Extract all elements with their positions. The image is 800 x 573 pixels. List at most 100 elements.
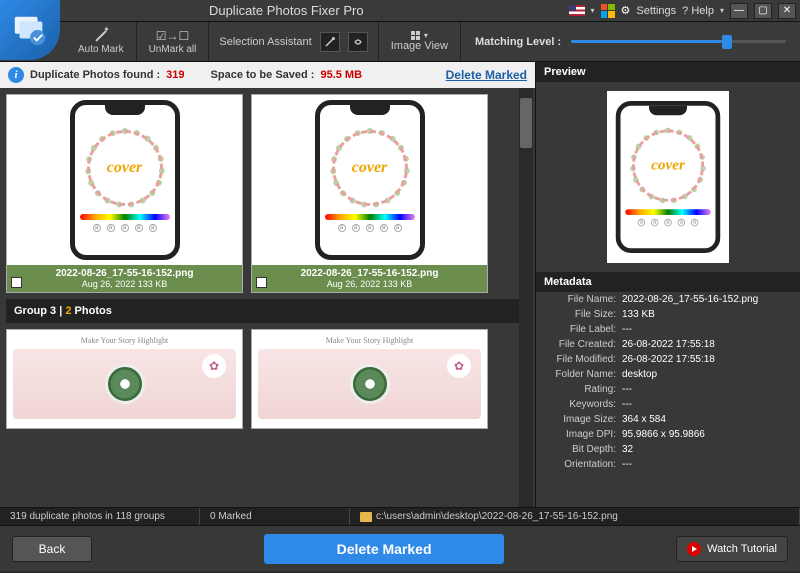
- settings-link[interactable]: Settings: [636, 5, 676, 17]
- status-file-path: c:\users\admin\desktop\2022-08-26_17-55-…: [350, 508, 800, 525]
- flag-us-icon[interactable]: [569, 5, 585, 16]
- meta-key: File Label:: [544, 324, 622, 335]
- back-button[interactable]: Back: [12, 536, 92, 562]
- preview-header: Preview: [536, 62, 800, 82]
- meta-key: File Name:: [544, 294, 622, 305]
- thumbnail-image: Make Your Story Highlight ✿: [7, 330, 242, 425]
- grid-icon: [411, 31, 420, 40]
- meta-key: Bit Depth:: [544, 444, 622, 455]
- wand-icon: [94, 29, 108, 43]
- app-title: Duplicate Photos Fixer Pro: [209, 3, 364, 18]
- meta-value: 32: [622, 444, 792, 455]
- meta-value: ---: [622, 459, 792, 470]
- meta-value: 26-08-2022 17:55:18: [622, 354, 792, 365]
- help-link[interactable]: ? Help: [682, 5, 714, 17]
- meta-value: 2022-08-26_17-55-16-152.png: [622, 294, 792, 305]
- thumbnail-checkbox[interactable]: [256, 277, 267, 288]
- preview-area: coveraaaaa: [536, 82, 800, 272]
- unmark-all-button[interactable]: ☑→☐ UnMark all: [137, 22, 210, 61]
- scrollbar[interactable]: [519, 88, 533, 507]
- cover-text: cover: [352, 159, 388, 177]
- folder-icon: [360, 512, 372, 522]
- tutorial-label: Watch Tutorial: [707, 543, 777, 555]
- group-label: Group 3 |: [14, 305, 65, 317]
- group-header: Group 3 | 2 Photos: [6, 299, 529, 323]
- titlebar: Duplicate Photos Fixer Pro ▾ ⚙ Settings …: [0, 0, 800, 22]
- space-label: Space to be Saved :: [211, 69, 315, 81]
- story-title: Make Your Story Highlight: [81, 336, 169, 345]
- play-icon: [687, 542, 701, 556]
- status-marked-count: 0 Marked: [200, 508, 350, 525]
- matching-level-label: Matching Level :: [475, 36, 561, 48]
- selection-assistant-label: Selection Assistant: [219, 36, 311, 48]
- delete-marked-link[interactable]: Delete Marked: [446, 68, 527, 82]
- matching-level-slider[interactable]: [571, 40, 786, 43]
- metadata-header: Metadata: [536, 272, 800, 292]
- gear-icon: ⚙: [621, 4, 631, 17]
- meta-key: Orientation:: [544, 459, 622, 470]
- unmark-all-label: UnMark all: [149, 44, 197, 55]
- thumbnail-image: coveraaaaa: [252, 95, 487, 265]
- thumbnail-filename: 2022-08-26_17-55-16-152.png: [13, 268, 236, 279]
- meta-value: desktop: [622, 369, 792, 380]
- auto-mark-button[interactable]: Auto Mark: [66, 22, 137, 61]
- thumbnail-card[interactable]: Make Your Story Highlight ✿: [6, 329, 243, 429]
- thumbnail-grid: coveraaaaa 2022-08-26_17-55-16-152.png A…: [0, 88, 535, 507]
- toolbar: Auto Mark ☑→☐ UnMark all Selection Assis…: [0, 22, 800, 62]
- selection-tool-2[interactable]: [348, 32, 368, 52]
- thumbnail-card[interactable]: coveraaaaa 2022-08-26_17-55-16-152.png A…: [6, 94, 243, 293]
- thumbnail-subinfo: Aug 26, 2022 133 KB: [13, 279, 236, 289]
- metadata-table: File Name:2022-08-26_17-55-16-152.png Fi…: [536, 292, 800, 507]
- space-value: 95.5 MB: [320, 69, 362, 81]
- meta-key: File Created:: [544, 339, 622, 350]
- info-bar: i Duplicate Photos found : 319 Space to …: [0, 62, 535, 88]
- meta-value: ---: [622, 384, 792, 395]
- meta-value: 133 KB: [622, 309, 792, 320]
- chevron-down-icon: ▾: [424, 31, 428, 40]
- thumbnail-image: Make Your Story Highlight ✿: [252, 330, 487, 425]
- watch-tutorial-button[interactable]: Watch Tutorial: [676, 536, 788, 562]
- matching-level-section: Matching Level :: [461, 22, 800, 61]
- thumbnail-filename: 2022-08-26_17-55-16-152.png: [258, 268, 481, 279]
- selection-assistant-section: Selection Assistant: [209, 22, 378, 61]
- info-icon: i: [8, 67, 24, 83]
- image-view-label: Image View: [391, 40, 448, 52]
- main-pane: i Duplicate Photos found : 319 Space to …: [0, 62, 536, 507]
- meta-key: Rating:: [544, 384, 622, 395]
- found-count: 319: [166, 69, 184, 81]
- meta-key: File Modified:: [544, 354, 622, 365]
- minimize-button[interactable]: —: [730, 3, 748, 19]
- meta-key: Image DPI:: [544, 429, 622, 440]
- thumbnail-card[interactable]: coveraaaaa 2022-08-26_17-55-16-152.png A…: [251, 94, 488, 293]
- windows-icon: [601, 4, 615, 18]
- thumbnail-subinfo: Aug 26, 2022 133 KB: [258, 279, 481, 289]
- slider-thumb[interactable]: [722, 35, 732, 49]
- meta-value: 364 x 584: [622, 414, 792, 425]
- selection-tool-1[interactable]: [320, 32, 340, 52]
- maximize-button[interactable]: ▢: [754, 3, 772, 19]
- image-view-button[interactable]: ▾ Image View: [379, 22, 461, 61]
- side-pane: Preview coveraaaaa Metadata File Name:20…: [536, 62, 800, 507]
- cover-text: cover: [651, 157, 685, 174]
- meta-key: Folder Name:: [544, 369, 622, 380]
- status-path-text: c:\users\admin\desktop\2022-08-26_17-55-…: [376, 511, 618, 522]
- found-label: Duplicate Photos found :: [30, 69, 160, 81]
- meta-key: Keywords:: [544, 399, 622, 410]
- delete-marked-button[interactable]: Delete Marked: [264, 534, 504, 564]
- status-bar: 319 duplicate photos in 118 groups 0 Mar…: [0, 507, 800, 525]
- scrollbar-thumb[interactable]: [520, 98, 532, 148]
- meta-value: ---: [622, 399, 792, 410]
- meta-value: 26-08-2022 17:55:18: [622, 339, 792, 350]
- thumbnail-image: coveraaaaa: [7, 95, 242, 265]
- status-duplicate-count: 319 duplicate photos in 118 groups: [0, 508, 200, 525]
- group-label-suffix: Photos: [71, 305, 111, 317]
- auto-mark-label: Auto Mark: [78, 44, 124, 55]
- thumbnail-card[interactable]: Make Your Story Highlight ✿: [251, 329, 488, 429]
- thumbnail-checkbox[interactable]: [11, 277, 22, 288]
- meta-key: Image Size:: [544, 414, 622, 425]
- meta-value: 95.9866 x 95.9866: [622, 429, 792, 440]
- cover-text: cover: [107, 159, 143, 177]
- checkbox-icon: ☑→☐: [156, 29, 190, 43]
- app-logo: [0, 0, 60, 60]
- close-button[interactable]: ✕: [778, 3, 796, 19]
